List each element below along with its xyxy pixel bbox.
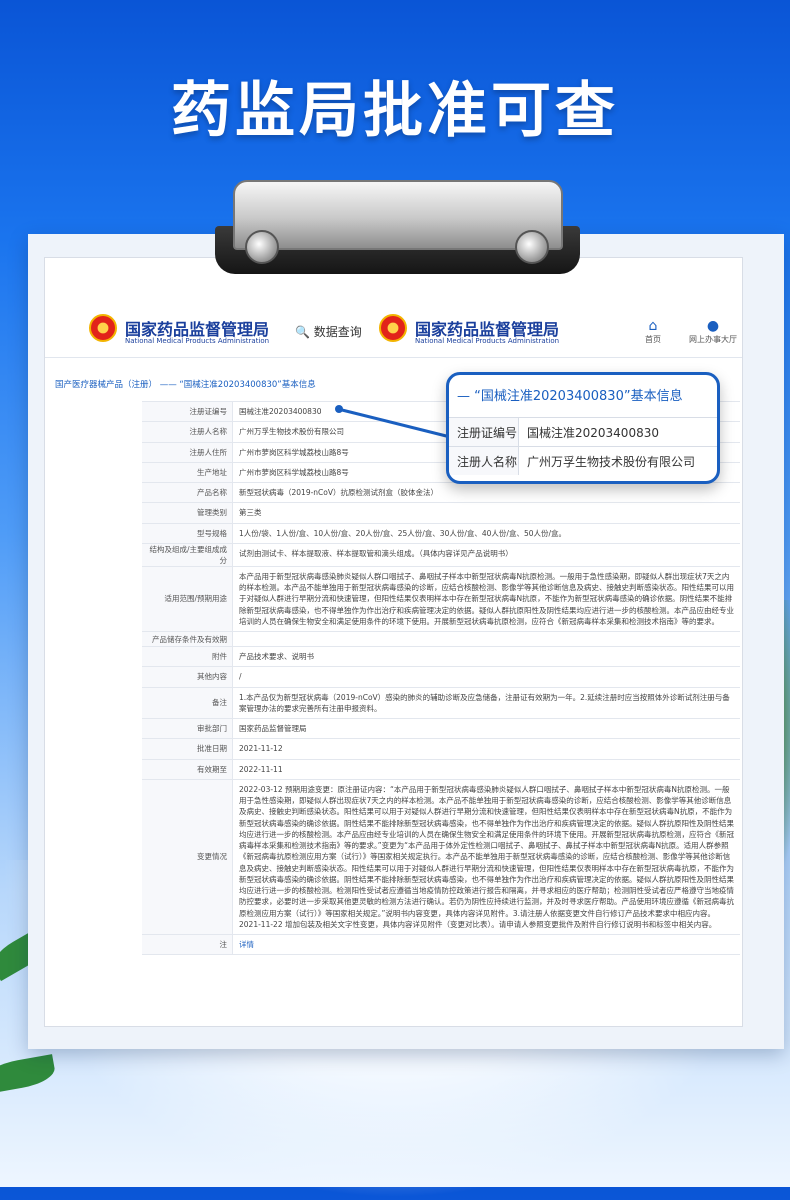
table-row: 其他内容 / <box>142 667 740 688</box>
callout-row: 注册证编号 国械注准20203400830 <box>449 417 717 446</box>
row-label: 批准日期 <box>142 739 233 759</box>
callout-key: 注册人名称 <box>449 447 519 475</box>
table-row: 备注 1.本产品仅为新型冠状病毒（2019-nCoV）感染的肺炎的辅助诊断及应急储… <box>142 687 740 719</box>
home-icon: ⌂ <box>648 318 658 334</box>
callout-value: 广州万孚生物技术股份有限公司 <box>527 454 696 469</box>
row-label: 产品名称 <box>142 483 233 503</box>
row-value <box>233 632 740 646</box>
clip-rivet <box>245 230 279 264</box>
breadcrumb[interactable]: 国产医疗器械产品（注册） —— “国械注准20203400830”基本信息 <box>55 378 316 390</box>
row-value: 试剂由测试卡、样本提取液、样本提取管和滴头组成。（具体内容详见产品说明书） <box>239 548 513 558</box>
clip-plate <box>233 180 563 250</box>
row-value: 本产品用于新型冠状病毒感染肺炎疑似人群口咽拭子、鼻咽拭子样本中新型冠状病毒N抗原… <box>239 571 734 626</box>
row-value: 国家药品监督管理局 <box>239 724 307 733</box>
row-label: 附件 <box>142 647 233 667</box>
brand-english: National Medical Products Administration <box>125 337 270 345</box>
info-table: 注册证编号 国械注准20203400830 注册人名称 广州万孚生物技术股份有限公司注… <box>142 401 740 956</box>
query-label: 数据查询 <box>313 325 362 339</box>
search-icon: 🔍 <box>295 325 310 339</box>
row-value: / <box>239 672 242 682</box>
row-label: 注册证编号 <box>142 402 233 422</box>
data-query-link[interactable]: 🔍 数据查询 <box>295 323 362 340</box>
row-label: 备注 <box>142 687 233 718</box>
row-label: 注 <box>142 935 233 955</box>
table-row: 产品储存条件及有效期 <box>142 632 740 647</box>
table-row: 产品名称 新型冠状病毒（2019-nCoV）抗原检测试剂盒（胶体金法） <box>142 483 740 504</box>
table-row: 变更情况 2022-03-12 预期用途变更：原注册证内容：“本产品用于新型冠状病… <box>142 779 740 935</box>
callout-row: 注册人名称 广州万孚生物技术股份有限公司 <box>449 446 717 475</box>
row-label: 产品储存条件及有效期 <box>142 632 233 646</box>
table-row: 型号规格 1人份/袋、1人份/盒、10人份/盒、20人份/盒、25人份/盒、30人… <box>142 523 740 544</box>
row-value: 2022-11-11 <box>239 764 283 774</box>
callout-title: — “国械注准20203400830”基本信息 <box>457 389 683 404</box>
row-label: 注册人名称 <box>142 422 233 442</box>
table-row: 注详情 <box>142 935 740 956</box>
page-headline: 药监局批准可查 <box>171 76 619 146</box>
table-row: 附件 产品技术要求、说明书 <box>142 647 740 668</box>
user-icon: ● <box>706 318 720 334</box>
zoom-callout: — “国械注准20203400830”基本信息 注册证编号 国械注准202034… <box>446 372 720 484</box>
row-label: 审批部门 <box>142 719 233 739</box>
row-label: 注册人住所 <box>142 442 233 462</box>
nav-home[interactable]: ⌂ 首页 <box>645 318 661 345</box>
callout-value: 国械注准20203400830 <box>527 425 659 440</box>
row-value[interactable]: 详情 <box>233 935 740 954</box>
row-label: 其他内容 <box>142 667 233 687</box>
row-label: 型号规格 <box>142 523 233 543</box>
national-emblem-icon <box>89 314 117 342</box>
table-row: 审批部门 国家药品监督管理局 <box>142 719 740 740</box>
table-row: 结构及组成/主要组成成分 试剂由测试卡、样本提取液、样本提取管和滴头组成。（具体内… <box>142 543 740 567</box>
table-row: 批准日期 2021-11-12 <box>142 739 740 760</box>
table-row: 适用范围/预期用途 本产品用于新型冠状病毒感染肺炎疑似人群口咽拭子、鼻咽拭子样本中… <box>142 566 740 632</box>
row-value: 2021-11-12 <box>239 744 283 754</box>
row-value: 产品技术要求、说明书 <box>239 652 314 661</box>
table-row: 管理类别 第三类 <box>142 503 740 524</box>
nav-online-office[interactable]: ● 网上办事大厅 <box>689 318 737 345</box>
row-label: 适用范围/预期用途 <box>142 566 233 631</box>
row-value: 2022-03-12 预期用途变更：原注册证内容：“本产品用于新型冠状病毒感染肺… <box>239 784 734 929</box>
callout-key: 注册证编号 <box>449 418 519 446</box>
row-value: 第三类 <box>239 508 262 518</box>
brand-english: National Medical Products Administration <box>415 337 560 345</box>
row-value: 新型冠状病毒（2019-nCoV）抗原检测试剂盒（胶体金法） <box>239 488 439 497</box>
nav-office-label: 网上办事大厅 <box>689 335 737 344</box>
row-label: 生产地址 <box>142 462 233 482</box>
table-row: 有效期至 2022-11-11 <box>142 759 740 780</box>
row-label: 变更情况 <box>142 779 233 934</box>
row-value: 1.本产品仅为新型冠状病毒（2019-nCoV）感染的肺炎的辅助诊断及应急储备，… <box>239 692 730 713</box>
national-emblem-icon <box>379 314 407 342</box>
nav-home-label: 首页 <box>645 335 661 344</box>
row-value: 1人份/袋、1人份/盒、10人份/盒、20人份/盒、25人份/盒、30人份/盒、… <box>239 528 567 538</box>
clip-rivet <box>515 230 549 264</box>
row-label: 有效期至 <box>142 759 233 779</box>
clipboard-clip <box>215 180 580 280</box>
row-label: 结构及组成/主要组成成分 <box>142 543 233 566</box>
row-label: 管理类别 <box>142 503 233 523</box>
